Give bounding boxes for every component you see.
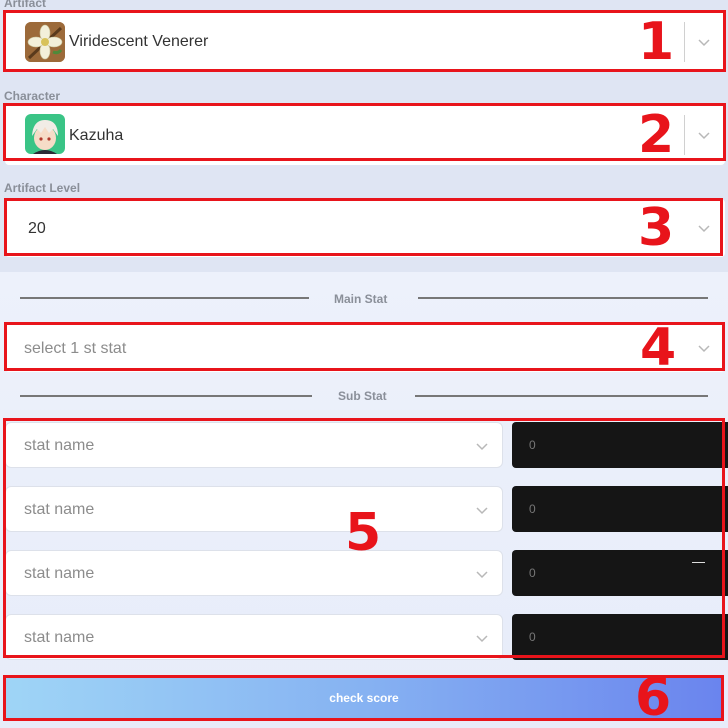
main-stat-placeholder: select 1 st stat (24, 340, 127, 357)
annotation-number-6: 6 (635, 668, 672, 728)
chevron-down-icon[interactable] (474, 502, 490, 518)
check-score-button[interactable]: check score (5, 677, 723, 719)
annotation-number-2: 2 (638, 105, 675, 165)
character-value: Kazuha (69, 127, 124, 144)
select-separator (684, 22, 685, 62)
sub-stat-name-select-1[interactable]: stat name (5, 422, 503, 468)
divider-line (415, 395, 708, 397)
select-separator (684, 115, 685, 155)
chevron-down-icon[interactable] (696, 34, 712, 50)
divider-line (20, 297, 309, 299)
sub-stat-value-input-1[interactable]: 0 (512, 422, 728, 468)
stat-name-placeholder: stat name (24, 437, 95, 454)
character-label: Character (4, 89, 61, 103)
artifact-level-select[interactable]: 20 (5, 199, 725, 257)
sub-stat-value-input-2[interactable]: 0 (512, 486, 728, 532)
sub-stat-name-select-3[interactable]: stat name (5, 550, 503, 596)
stat-name-placeholder: stat name (24, 629, 95, 646)
character-select[interactable]: Kazuha (5, 105, 725, 165)
artifact-level-label: Artifact Level (4, 181, 81, 195)
annotation-number-5: 5 (345, 503, 382, 563)
annotation-number-4: 4 (640, 318, 677, 378)
sub-stat-value-input-4[interactable]: 0 (512, 614, 728, 660)
kazuha-avatar (25, 114, 65, 154)
artifact-value: Viridescent Venerer (69, 33, 209, 50)
chevron-down-icon[interactable] (474, 438, 490, 454)
stat-name-placeholder: stat name (24, 501, 95, 518)
sub-stat-value-input-3[interactable]: 0 (512, 550, 728, 596)
stat-name-placeholder: stat name (24, 565, 95, 582)
annotation-number-1: 1 (638, 12, 675, 72)
chevron-down-icon[interactable] (696, 220, 712, 236)
sub-stat-name-select-4[interactable]: stat name (5, 614, 503, 660)
chevron-down-icon[interactable] (474, 566, 490, 582)
chevron-down-icon[interactable] (696, 340, 712, 356)
artifact-select[interactable]: Viridescent Venerer (5, 12, 725, 72)
chevron-down-icon[interactable] (696, 127, 712, 143)
artifact-label: Artifact (4, 0, 47, 10)
divider-line (20, 395, 312, 397)
main-stat-select[interactable]: select 1 st stat (5, 322, 725, 372)
divider-line (418, 297, 708, 299)
annotation-number-3: 3 (638, 198, 675, 258)
chevron-down-icon[interactable] (474, 630, 490, 646)
sub-stat-name-select-2[interactable]: stat name (5, 486, 503, 532)
text-cursor-mark (692, 562, 705, 563)
flower-icon (25, 22, 65, 62)
artifact-level-value: 20 (28, 220, 46, 237)
sub-stat-heading: Sub Stat (338, 389, 387, 403)
main-stat-heading: Main Stat (334, 292, 388, 306)
